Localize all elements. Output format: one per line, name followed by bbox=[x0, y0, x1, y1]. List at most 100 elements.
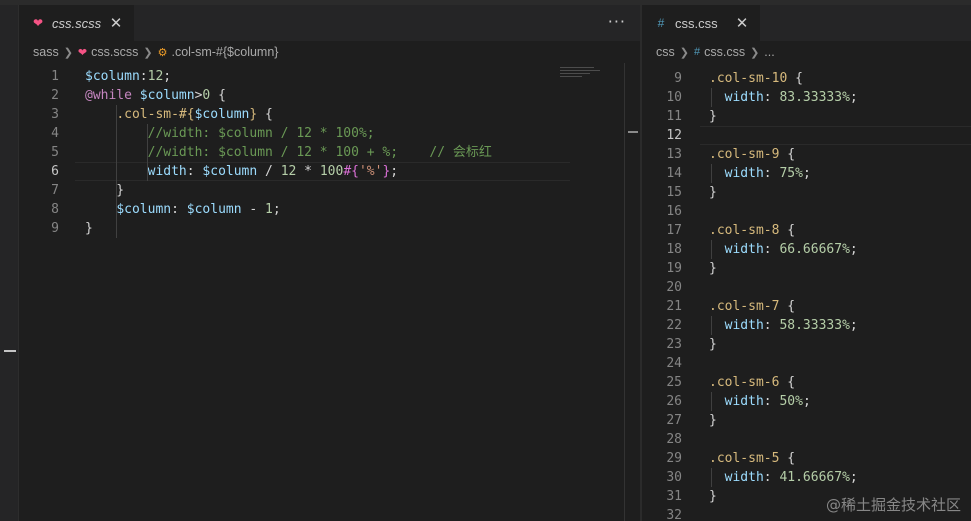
indent-guide bbox=[711, 316, 712, 335]
code-token: { bbox=[779, 299, 796, 314]
line-number: 16 bbox=[666, 204, 682, 219]
code-line[interactable]: 30 width: 41.66667%; bbox=[642, 468, 971, 487]
sass-file-icon: ❤ bbox=[32, 16, 44, 30]
code-token: width bbox=[147, 164, 187, 179]
code-line[interactable]: 18 width: 66.66667%; bbox=[642, 240, 971, 259]
code-line[interactable]: 11} bbox=[642, 107, 971, 126]
breadcrumb-item-file[interactable]: css.scss bbox=[91, 45, 138, 59]
code-token: .col-sm-10 bbox=[709, 71, 788, 86]
right-editor-group: # css.css ✕ css ❯ # css.css ❯ ... 9 .col-… bbox=[642, 5, 971, 521]
code-line[interactable]: 15} bbox=[642, 183, 971, 202]
line-number: 19 bbox=[666, 261, 682, 276]
code-text: } bbox=[85, 181, 124, 200]
code-token: } bbox=[85, 221, 93, 236]
line-number: 23 bbox=[666, 337, 682, 352]
code-line[interactable]: 3 .col-sm-#{$column} { bbox=[19, 105, 640, 124]
code-token: 100 bbox=[319, 164, 344, 179]
code-text: } bbox=[709, 259, 717, 278]
code-line[interactable]: 5 //width: $column / 12 * 100 + %; // 会标… bbox=[19, 143, 640, 162]
tab-css-scss[interactable]: ❤ css.scss ✕ bbox=[19, 5, 134, 41]
line-number: 26 bbox=[666, 394, 682, 409]
code-line[interactable]: 26 width: 50%; bbox=[642, 392, 971, 411]
line-number: 9 bbox=[51, 221, 59, 236]
code-line[interactable]: 29 .col-sm-5 { bbox=[642, 449, 971, 468]
breadcrumb-item-more[interactable]: ... bbox=[764, 45, 774, 59]
code-text: width: 58.33333%; bbox=[709, 316, 858, 335]
chevron-right-icon: ❯ bbox=[679, 46, 689, 59]
code-token: .col-sm-9 bbox=[709, 147, 780, 162]
activity-bar bbox=[0, 5, 19, 521]
code-token: width bbox=[724, 394, 764, 409]
code-token: @while bbox=[85, 88, 132, 103]
code-line[interactable]: 13 .col-sm-9 { bbox=[642, 145, 971, 164]
code-line[interactable]: 8 $column: $column - 1; bbox=[19, 200, 640, 219]
code-text: .col-sm-5 { bbox=[709, 449, 795, 468]
code-token: 66.66667% bbox=[779, 242, 850, 257]
watermark: @稀土掘金技术社区 bbox=[825, 496, 961, 514]
code-line[interactable]: 17 .col-sm-8 { bbox=[642, 221, 971, 240]
code-token: { bbox=[779, 147, 796, 162]
code-line[interactable]: 10 width: 83.33333%; bbox=[642, 88, 971, 107]
code-token: * bbox=[296, 164, 320, 179]
more-actions-icon[interactable]: ··· bbox=[608, 12, 626, 31]
close-icon[interactable]: ✕ bbox=[108, 14, 124, 32]
code-line[interactable]: 9 .col-sm-10 { bbox=[642, 69, 971, 88]
code-token: { bbox=[779, 223, 796, 238]
code-text: } bbox=[709, 107, 717, 126]
code-token: ; bbox=[802, 166, 811, 181]
code-editor-css[interactable]: 9 .col-sm-10 {10 width: 83.33333%; 11} 12 13… bbox=[642, 63, 971, 521]
code-token: ; bbox=[849, 90, 858, 105]
tab-css-css[interactable]: # css.css ✕ bbox=[642, 5, 760, 41]
code-text: .col-sm-6 { bbox=[709, 373, 795, 392]
code-token: .col-sm-#{ bbox=[116, 107, 195, 122]
breadcrumb-item-symbol[interactable]: .col-sm-#{$column} bbox=[171, 45, 278, 59]
line-number: 12 bbox=[666, 128, 682, 143]
code-token: $column bbox=[202, 164, 258, 179]
code-line[interactable]: 20 bbox=[642, 278, 971, 297]
code-line[interactable]: 22 width: 58.33333%; bbox=[642, 316, 971, 335]
code-line[interactable]: 1 $column:12; bbox=[19, 67, 640, 86]
code-editor-scss[interactable]: 1 $column:12; 2 @while $column>0 {3 .col-sm… bbox=[19, 63, 640, 521]
code-line[interactable]: 7 } bbox=[19, 181, 640, 200]
code-token: } bbox=[709, 489, 717, 504]
code-token: ; bbox=[390, 164, 399, 179]
line-number: 22 bbox=[666, 318, 682, 333]
breadcrumb-item-folder[interactable]: css bbox=[656, 45, 675, 59]
indent-guide bbox=[711, 468, 712, 487]
line-number: 8 bbox=[51, 202, 59, 217]
line-number: 7 bbox=[51, 183, 59, 198]
code-line[interactable]: 21 .col-sm-7 { bbox=[642, 297, 971, 316]
code-line[interactable]: 27} bbox=[642, 411, 971, 430]
line-number: 15 bbox=[666, 185, 682, 200]
code-text: $column: $column - 1; bbox=[85, 200, 280, 219]
code-token: } bbox=[709, 413, 717, 428]
code-line[interactable]: 28 bbox=[642, 430, 971, 449]
code-line[interactable]: 12 bbox=[642, 126, 971, 145]
close-icon[interactable]: ✕ bbox=[734, 14, 750, 32]
code-token: 1 bbox=[265, 202, 273, 217]
code-line[interactable]: 16 bbox=[642, 202, 971, 221]
code-line[interactable]: 23} bbox=[642, 335, 971, 354]
code-line[interactable]: 2 @while $column>0 { bbox=[19, 86, 640, 105]
code-line[interactable]: 25 .col-sm-6 { bbox=[642, 373, 971, 392]
code-line[interactable]: 14 width: 75%; bbox=[642, 164, 971, 183]
left-editor-group: ❤ css.scss ✕ ··· sass ❯ ❤ css.scss ❯ ⚙ .… bbox=[19, 5, 640, 521]
code-token: 75% bbox=[779, 166, 803, 181]
code-token: .col-sm-7 bbox=[709, 299, 780, 314]
breadcrumb-item-file[interactable]: css.css bbox=[704, 45, 745, 59]
code-line[interactable]: 24 bbox=[642, 354, 971, 373]
code-token: } bbox=[85, 183, 125, 198]
code-token: width bbox=[724, 242, 764, 257]
breadcrumb-item-folder[interactable]: sass bbox=[33, 45, 59, 59]
code-token: 58.33333% bbox=[779, 318, 850, 333]
code-token: } bbox=[709, 185, 717, 200]
line-number: 9 bbox=[674, 71, 682, 86]
code-line[interactable]: 9} bbox=[19, 219, 640, 238]
code-line[interactable]: 6 width: $column / 12 * 100#{'%'}; bbox=[19, 162, 640, 181]
code-line[interactable]: 4 //width: $column / 12 * 100%; bbox=[19, 124, 640, 143]
line-number: 28 bbox=[666, 432, 682, 447]
code-line[interactable]: 19} bbox=[642, 259, 971, 278]
